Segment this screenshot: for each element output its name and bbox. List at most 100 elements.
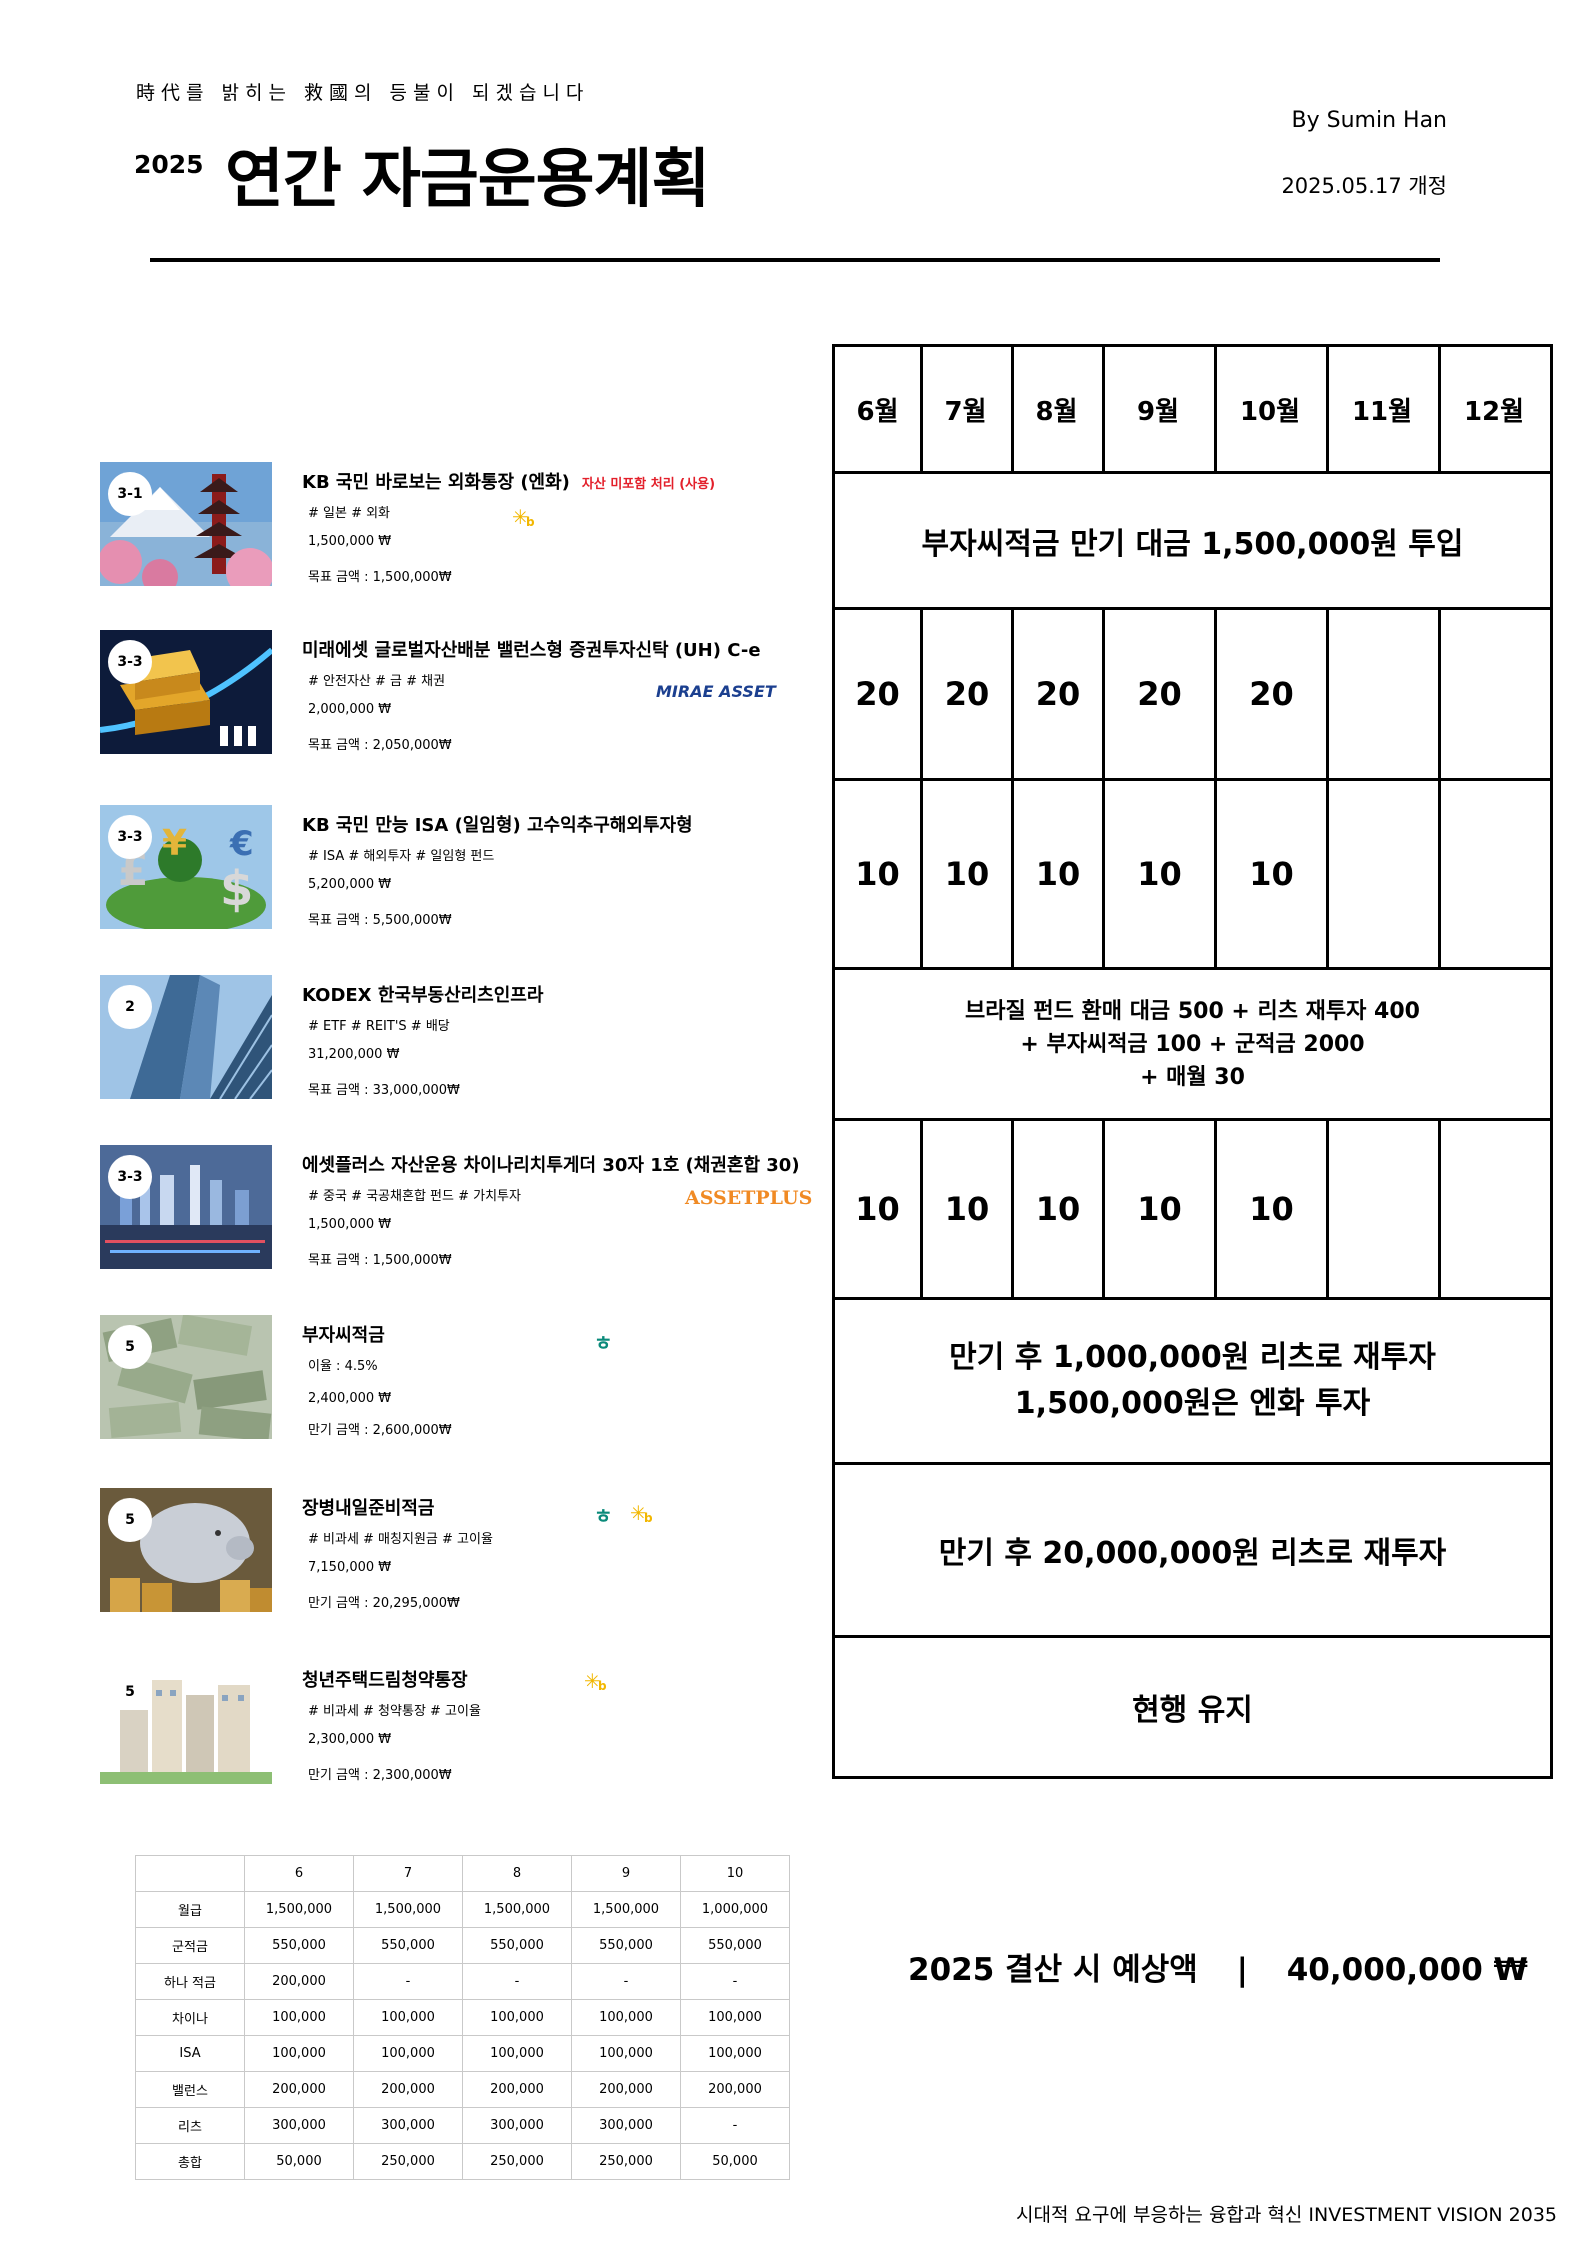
- priority-badge: 2: [108, 985, 152, 1029]
- table-cell: 1,500,000: [353, 1891, 463, 1928]
- svg-text:b: b: [526, 515, 535, 529]
- investment-item-yen-account: 3-1 KB 국민 바로보는 외화통장 (엔화) 자산 미포함 처리 (사용) #…: [100, 462, 840, 592]
- table-row: 월급 1,500,000 1,500,000 1,500,000 1,500,0…: [135, 1891, 790, 1928]
- item-name: KODEX 한국부동산리츠인프라: [302, 985, 544, 1006]
- item-target: 만기 금액 : 2,600,000₩: [308, 1423, 452, 1438]
- item-name: 에셋플러스 자산운용 차이나리치투게더 30자 1호 (채권혼합 30): [302, 1155, 800, 1176]
- item-name: 장병내일준비적금: [302, 1498, 435, 1519]
- item-tags: # 안전자산 # 금 # 채권: [308, 674, 446, 689]
- item-amount: 2,300,000 ₩: [308, 1732, 392, 1747]
- item-name: 청년주택드림청약통장: [302, 1670, 468, 1691]
- plan-cell: [1329, 781, 1438, 967]
- item-amount: 5,200,000 ₩: [308, 877, 392, 892]
- month-header: 7월: [944, 396, 987, 427]
- table-header-cell: [135, 1855, 245, 1892]
- row-soldier-reinvest: 만기 후 20,000,000원 리츠로 재투자: [938, 1536, 1447, 1571]
- monthly-budget-table: 6 7 8 9 10 월급 1,500,000 1,500,000 1,500,…: [135, 1855, 790, 2180]
- row-maintain: 현행 유지: [1132, 1693, 1253, 1728]
- plan-cell: 20: [944, 675, 990, 713]
- investment-item-kb-isa: £ ¥ $ € 3-3 KB 국민 만능 ISA (일임형) 고수익추구해외투자…: [100, 805, 840, 935]
- svg-text:€: €: [229, 824, 254, 864]
- settlement-label: 2025 결산 시 예상액: [908, 1952, 1198, 1988]
- investment-item-kodex-reits: 2 KODEX 한국부동산리츠인프라 # ETF # REIT'S # 배당 3…: [100, 975, 840, 1105]
- row-brazil-fund: 브라질 펀드 환매 대금 500 + 리츠 재투자 400 + 부자씨적금 10…: [835, 970, 1550, 1118]
- item-amount: 1,500,000 ₩: [308, 534, 392, 549]
- table-cell: 250,000: [571, 2143, 681, 2180]
- table-cell: -: [571, 1963, 681, 2000]
- table-cell: 200,000: [244, 1963, 354, 2000]
- plan-cell: 20: [1035, 675, 1081, 713]
- table-row: 하나 적금 200,000 - - - -: [135, 1963, 790, 2000]
- table-cell: 300,000: [462, 2107, 572, 2144]
- mount-fuji-image: 3-1: [100, 462, 272, 586]
- item-tags: # 비과세 # 청약통장 # 고이율: [308, 1704, 481, 1719]
- table-row: ISA 100,000 100,000 100,000 100,000 100,…: [135, 2035, 790, 2072]
- gold-bars-image: 3-3: [100, 630, 272, 754]
- investment-item-buja-savings: 5 부자씨적금 이율 : 4.5% 2,400,000 ₩ 만기 금액 : 2,…: [100, 1315, 840, 1445]
- item-target: 목표 금액 : 5,500,000₩: [308, 913, 452, 928]
- kb-star-icon: ✳ b: [510, 502, 546, 536]
- item-target: 만기 금액 : 20,295,000₩: [308, 1596, 460, 1611]
- table-row: 리츠 300,000 300,000 300,000 300,000 -: [135, 2107, 790, 2144]
- table-cell: 100,000: [680, 1999, 790, 2036]
- plan-cell: 20: [1137, 675, 1182, 713]
- kb-star-icon: ✳ b: [628, 1498, 664, 1532]
- piggy-bank-image: 5: [100, 1488, 272, 1612]
- item-target: 목표 금액 : 2,050,000₩: [308, 738, 452, 753]
- item-tags: # ISA # 해외투자 # 일임형 펀드: [308, 849, 495, 864]
- item-name: KB 국민 바로보는 외화통장 (엔화): [302, 472, 570, 493]
- plan-cell: 10: [944, 855, 990, 893]
- item-target: 만기 금액 : 2,300,000₩: [308, 1768, 452, 1783]
- table-cell: 200,000: [353, 2071, 463, 2108]
- monthly-plan-grid: 6월 7월 8월 9월 10월 11월 12월 부자씨적금 만기 대금 1,50…: [832, 344, 1553, 1779]
- currency-globe-image: £ ¥ $ € 3-3: [100, 805, 272, 929]
- item-name: 부자씨적금: [302, 1325, 385, 1346]
- item-amount: 31,200,000 ₩: [308, 1047, 400, 1062]
- plan-cell: 10: [944, 1190, 990, 1228]
- table-cell: 550,000: [571, 1927, 681, 1964]
- plan-cell: [1329, 1121, 1438, 1297]
- priority-badge: 3-3: [108, 815, 152, 859]
- priority-badge: 5: [108, 1498, 152, 1542]
- table-cell: -: [680, 2107, 790, 2144]
- assetplus-logo: ASSETPLUS: [685, 1187, 813, 1209]
- hana-logo-icon: ㅎ: [594, 1504, 613, 1528]
- plan-cell: 10: [1035, 855, 1081, 893]
- table-header-cell: 9: [571, 1855, 681, 1892]
- item-tags: 이율 : 4.5%: [308, 1359, 378, 1374]
- hana-logo-icon: ㅎ: [594, 1331, 613, 1355]
- priority-badge: 3-3: [108, 640, 152, 684]
- plan-cell: 20: [1249, 675, 1294, 713]
- plan-cell: 20: [855, 675, 900, 713]
- page-title: 연간 자금운용계획: [225, 143, 710, 217]
- plan-cell: [1441, 781, 1550, 967]
- item-amount: 2,400,000 ₩: [308, 1391, 392, 1406]
- skyscrapers-image: 2: [100, 975, 272, 1099]
- city-night-image: 3-3: [100, 1145, 272, 1269]
- investment-item-housing-subscription: 5 청년주택드림청약통장 # 비과세 # 청약통장 # 고이율 2,300,00…: [100, 1660, 840, 1790]
- item-amount: 7,150,000 ₩: [308, 1560, 392, 1575]
- footer-slogan: 시대적 요구에 부응하는 융합과 혁신 INVESTMENT VISION 20…: [1016, 2204, 1557, 2226]
- row-line: + 매월 30: [1140, 1064, 1245, 1090]
- priority-badge: 5: [125, 1684, 135, 1700]
- investment-item-soldier-savings: 5 장병내일준비적금 # 비과세 # 매칭지원금 # 고이율 7,150,000…: [100, 1488, 840, 1618]
- table-header-row: 6 7 8 9 10: [135, 1855, 790, 1892]
- investment-item-china-fund: 3-3 에셋플러스 자산운용 차이나리치투게더 30자 1호 (채권혼합 30)…: [100, 1145, 840, 1275]
- table-cell: 100,000: [353, 1999, 463, 2036]
- svg-text:$: $: [220, 861, 253, 917]
- table-cell: -: [680, 1963, 790, 2000]
- table-cell: 50,000: [244, 2143, 354, 2180]
- table-cell: 200,000: [462, 2071, 572, 2108]
- table-cell: 550,000: [680, 1927, 790, 1964]
- table-cell: 550,000: [353, 1927, 463, 1964]
- row-line: 브라질 펀드 환매 대금 500 + 리츠 재투자 400: [965, 998, 1420, 1024]
- table-cell: ISA: [135, 2035, 245, 2072]
- item-name: 미래에셋 글로벌자산배분 밸런스형 증권투자신탁 (UH) C-e: [302, 640, 761, 661]
- apartments-image: 5: [100, 1660, 272, 1784]
- plan-cell: 10: [1137, 1190, 1182, 1228]
- table-cell: 1,000,000: [680, 1891, 790, 1928]
- table-cell: 100,000: [353, 2035, 463, 2072]
- table-header-cell: 6: [244, 1855, 354, 1892]
- table-row: 차이나 100,000 100,000 100,000 100,000 100,…: [135, 1999, 790, 2036]
- row-buja-reinvest: 만기 후 1,000,000원 리츠로 재투자 1,500,000원은 엔화 투…: [835, 1300, 1550, 1462]
